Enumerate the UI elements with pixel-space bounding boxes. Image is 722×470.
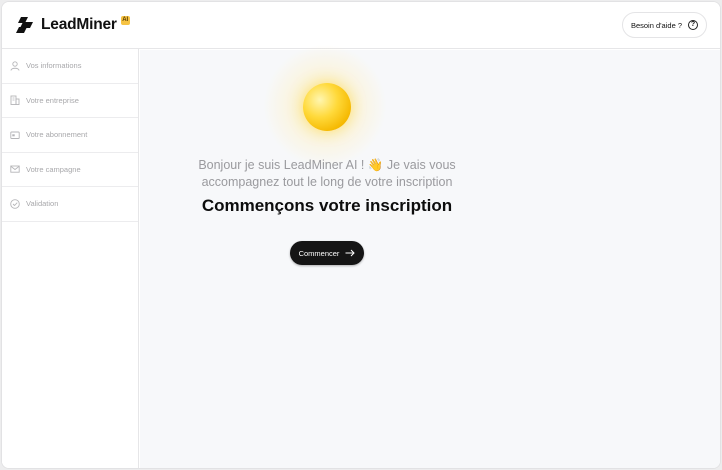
intro-line-2: accompagnez tout le long de votre inscri… xyxy=(201,175,453,189)
ai-assistant-sun-icon xyxy=(303,83,351,131)
main-content: Bonjour je suis LeadMiner AI ! 👋 Je vais… xyxy=(140,44,720,468)
intro-text: Bonjour je suis LeadMiner AI ! 👋 Je vais… xyxy=(140,157,514,191)
sidebar-item-abonnement[interactable]: Votre abonnement xyxy=(2,118,138,153)
app-window: LeadMiner AI Besoin d'aide ? ? Vos infor… xyxy=(1,1,721,469)
mail-icon xyxy=(10,165,20,173)
check-circle-icon xyxy=(10,198,20,209)
sidebar: Vos informations Votre entreprise Votre … xyxy=(2,49,139,468)
sidebar-item-entreprise[interactable]: Votre entreprise xyxy=(2,84,138,118)
sidebar-item-label: Validation xyxy=(26,199,59,209)
logo[interactable]: LeadMiner AI xyxy=(16,15,130,34)
user-icon xyxy=(10,61,20,71)
sidebar-item-campagne[interactable]: Votre campagne xyxy=(2,153,138,187)
sidebar-item-label: Vos informations xyxy=(26,61,82,71)
sidebar-item-label: Votre abonnement xyxy=(26,130,88,140)
sidebar-item-validation[interactable]: Validation xyxy=(2,187,138,222)
arrow-right-icon xyxy=(345,249,356,257)
logo-text: LeadMiner xyxy=(41,16,117,33)
help-button[interactable]: Besoin d'aide ? ? xyxy=(621,12,707,38)
intro-line-1: Bonjour je suis LeadMiner AI ! 👋 Je vais… xyxy=(198,158,456,172)
card-icon xyxy=(10,131,20,139)
top-header: LeadMiner AI Besoin d'aide ? ? xyxy=(2,2,720,49)
page-title: Commençons votre inscription xyxy=(201,196,453,215)
question-circle-icon: ? xyxy=(688,20,698,30)
logo-mark-icon xyxy=(16,17,33,33)
help-label: Besoin d'aide ? xyxy=(630,20,682,30)
ai-badge: AI xyxy=(120,15,130,25)
building-icon xyxy=(10,95,20,106)
start-button[interactable]: Commencer xyxy=(290,241,364,265)
sidebar-item-label: Votre entreprise xyxy=(26,95,79,105)
sidebar-item-informations[interactable]: Vos informations xyxy=(2,49,138,84)
start-button-label: Commencer xyxy=(298,248,340,258)
sidebar-item-label: Votre campagne xyxy=(26,164,81,174)
